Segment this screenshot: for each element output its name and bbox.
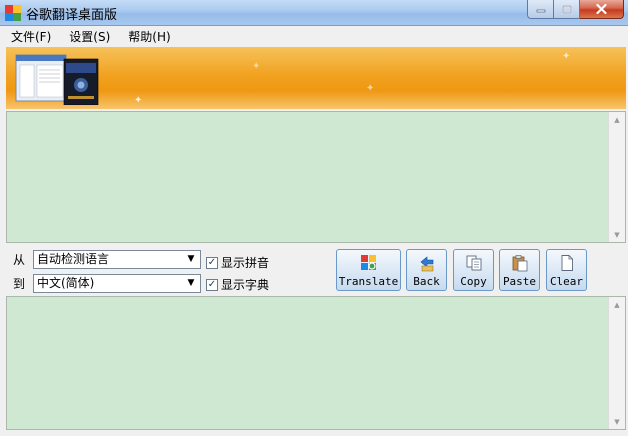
- menu-settings[interactable]: 设置(S): [60, 28, 119, 45]
- back-arrow-icon: [420, 256, 433, 272]
- dropdown-arrow-icon: ▼: [187, 278, 195, 288]
- close-icon: [596, 4, 607, 14]
- close-button[interactable]: [580, 0, 624, 19]
- show-dictionary-checkbox[interactable]: ✓ 显示字典: [206, 276, 269, 293]
- banner: ✦ ✦ ✦ ✦: [6, 47, 626, 109]
- translate-button-label: Translate: [338, 275, 399, 288]
- clear-button-label: Clear: [549, 275, 584, 288]
- window-controls: [527, 0, 624, 20]
- source-scrollbar[interactable]: ▲ ▼: [608, 112, 625, 242]
- back-button-label: Back: [413, 275, 440, 288]
- checkbox-checked-icon: ✓: [206, 278, 218, 291]
- maximize-icon: [561, 4, 572, 14]
- title-bar[interactable]: 谷歌翻译桌面版: [0, 0, 628, 26]
- scroll-up-arrow-icon[interactable]: ▲: [609, 301, 625, 309]
- scroll-down-arrow-icon[interactable]: ▼: [609, 418, 625, 426]
- clear-button[interactable]: Clear: [546, 249, 587, 291]
- blank-page-icon: [561, 255, 573, 271]
- scroll-up-arrow-icon[interactable]: ▲: [609, 116, 625, 124]
- back-button[interactable]: Back: [406, 249, 447, 291]
- translate-icon: [360, 255, 376, 270]
- copy-button[interactable]: Copy: [453, 249, 494, 291]
- dropdown-arrow-icon: ▼: [187, 254, 195, 264]
- translate-button[interactable]: Translate: [336, 249, 401, 291]
- maximize-button[interactable]: [554, 0, 580, 19]
- show-dictionary-label: 显示字典: [221, 278, 270, 292]
- paste-button[interactable]: Paste: [499, 249, 540, 291]
- source-language-value: 自动检测语言: [37, 252, 110, 266]
- product-box-image: [15, 54, 99, 105]
- target-language-value: 中文(简体): [37, 276, 95, 290]
- checkbox-checked-icon: ✓: [206, 256, 218, 269]
- minimize-button[interactable]: [527, 0, 554, 19]
- paste-icon: [512, 255, 527, 272]
- minimize-icon: [536, 9, 545, 13]
- copy-button-label: Copy: [460, 275, 487, 288]
- paste-button-label: Paste: [502, 275, 537, 288]
- menu-file[interactable]: 文件(F): [2, 28, 60, 45]
- result-text-area[interactable]: ▲ ▼: [6, 296, 626, 430]
- source-text-area[interactable]: ▲ ▼: [6, 111, 626, 243]
- menu-bar: 文件(F) 设置(S) 帮助(H): [0, 27, 628, 46]
- scroll-down-arrow-icon[interactable]: ▼: [609, 231, 625, 239]
- target-language-select[interactable]: 中文(简体) ▼: [33, 274, 201, 293]
- from-label: 从: [13, 253, 26, 267]
- result-scrollbar[interactable]: ▲ ▼: [608, 297, 625, 429]
- menu-help[interactable]: 帮助(H): [119, 28, 179, 45]
- show-pinyin-checkbox[interactable]: ✓ 显示拼音: [206, 254, 269, 271]
- source-language-select[interactable]: 自动检测语言 ▼: [33, 250, 201, 269]
- to-label: 到: [13, 277, 26, 291]
- app-icon: [5, 5, 21, 21]
- window-title: 谷歌翻译桌面版: [26, 8, 118, 23]
- show-pinyin-label: 显示拼音: [221, 256, 270, 270]
- copy-icon: [466, 255, 481, 271]
